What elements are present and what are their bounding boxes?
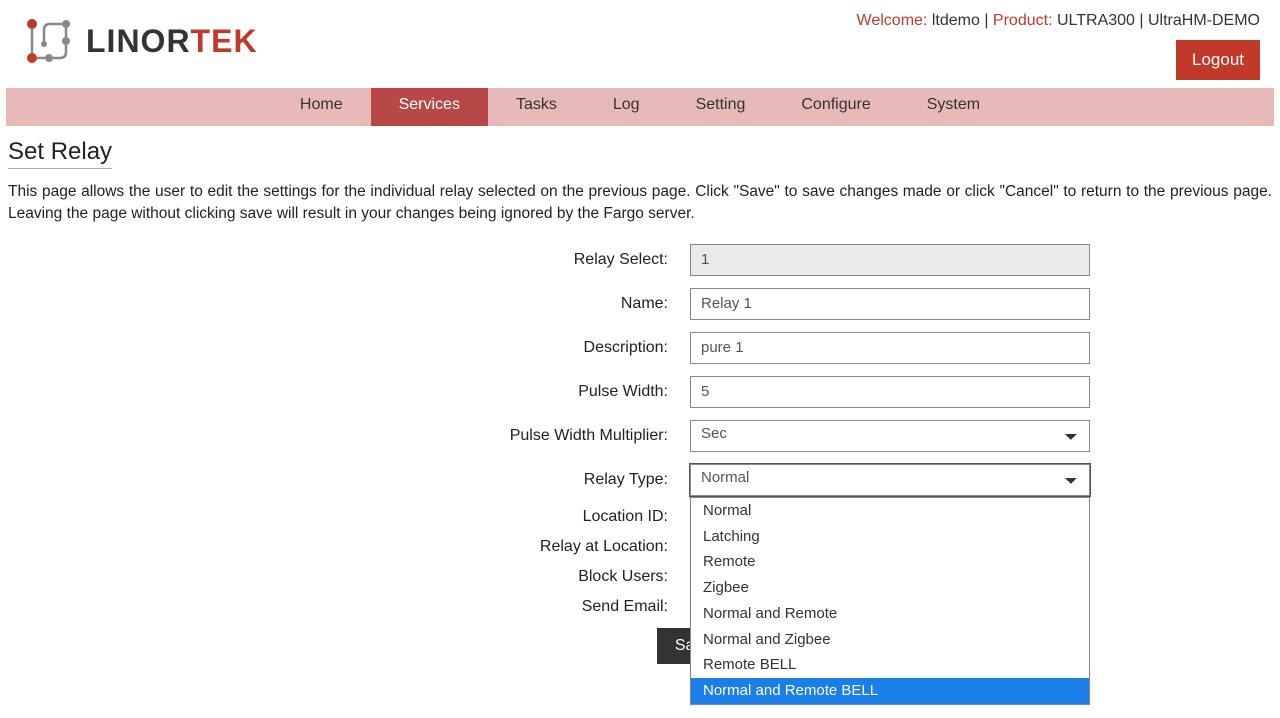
nav-home[interactable]: Home bbox=[272, 88, 371, 126]
description-label: Description: bbox=[170, 339, 690, 357]
nav-log[interactable]: Log bbox=[585, 88, 668, 126]
send-email-label: Send Email: bbox=[170, 598, 690, 616]
page-body: Set Relay This page allows the user to e… bbox=[0, 126, 1280, 676]
relay-select-label: Relay Select: bbox=[170, 251, 690, 269]
relay-type-option[interactable]: Latching bbox=[691, 524, 1089, 550]
description-input[interactable] bbox=[690, 332, 1090, 364]
nav-setting[interactable]: Setting bbox=[668, 88, 774, 126]
relay-form: Relay Select: Name: Description: Pulse W… bbox=[170, 244, 1110, 664]
logo-text: LINORTEK bbox=[86, 23, 258, 60]
header-right: Welcome: ltdemo | Product: ULTRA300 | Ul… bbox=[857, 8, 1260, 80]
logo-icon bbox=[20, 12, 78, 70]
name-label: Name: bbox=[170, 295, 690, 313]
name-input[interactable] bbox=[690, 288, 1090, 320]
page-description: This page allows the user to edit the se… bbox=[8, 181, 1272, 226]
product-label: Product: bbox=[993, 12, 1053, 29]
pulse-width-label: Pulse Width: bbox=[170, 383, 690, 401]
relay-type-dropdown[interactable]: Normal Latching Remote Zigbee Normal and… bbox=[690, 497, 1090, 705]
product-value: ULTRA300 bbox=[1057, 12, 1135, 29]
location-id-label: Location ID: bbox=[170, 508, 690, 526]
pulse-width-multiplier-label: Pulse Width Multiplier: bbox=[170, 427, 690, 445]
relay-type-label: Relay Type: bbox=[170, 471, 690, 489]
navbar: Home Services Tasks Log Setting Configur… bbox=[6, 88, 1274, 126]
pulse-width-input[interactable] bbox=[690, 376, 1090, 408]
relay-type-option[interactable]: Remote BELL bbox=[691, 652, 1089, 678]
header-bar: LINORTEK Welcome: ltdemo | Product: ULTR… bbox=[0, 0, 1280, 80]
relay-type-option[interactable]: Normal bbox=[691, 498, 1089, 524]
logo: LINORTEK bbox=[20, 8, 258, 70]
relay-type-option[interactable]: Zigbee bbox=[691, 575, 1089, 601]
nav-configure[interactable]: Configure bbox=[773, 88, 898, 126]
relay-select-input bbox=[690, 244, 1090, 276]
relay-type-option[interactable]: Normal and Remote BELL bbox=[691, 678, 1089, 704]
relay-type-option[interactable]: Normal and Remote bbox=[691, 601, 1089, 627]
nav-services[interactable]: Services bbox=[371, 88, 488, 126]
relay-at-location-label: Relay at Location: bbox=[170, 538, 690, 556]
logout-button[interactable]: Logout bbox=[1176, 40, 1260, 80]
relay-type-option[interactable]: Remote bbox=[691, 549, 1089, 575]
nav-system[interactable]: System bbox=[899, 88, 1008, 126]
product-name: UltraHM-DEMO bbox=[1148, 12, 1260, 29]
relay-type-select[interactable]: Normal bbox=[690, 464, 1090, 496]
welcome-value: ltdemo bbox=[932, 12, 980, 29]
nav-tasks[interactable]: Tasks bbox=[488, 88, 585, 126]
relay-type-option[interactable]: Normal and Zigbee bbox=[691, 627, 1089, 653]
pulse-width-multiplier-select[interactable]: Sec bbox=[690, 420, 1090, 452]
block-users-label: Block Users: bbox=[170, 568, 690, 586]
page-title: Set Relay bbox=[8, 138, 112, 169]
welcome-label: Welcome: bbox=[857, 12, 928, 29]
